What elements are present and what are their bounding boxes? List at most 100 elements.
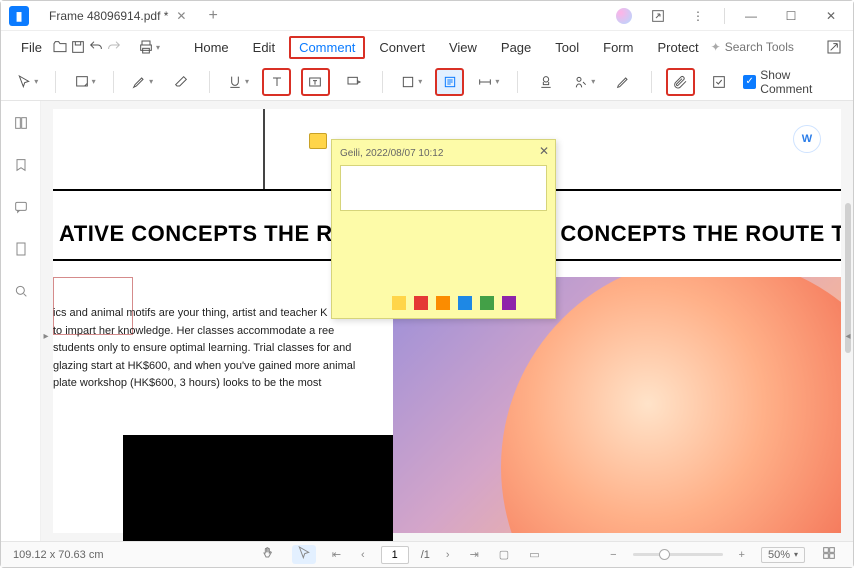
tab-tool[interactable]: Tool (545, 36, 589, 59)
tab-page[interactable]: Page (491, 36, 541, 59)
collapse-right-icon[interactable]: ◂ (843, 321, 853, 351)
document-tab[interactable]: Frame 48096914.pdf * ✕ (37, 5, 198, 27)
highlight-tool-icon[interactable] (128, 68, 156, 96)
save-icon[interactable] (70, 34, 86, 60)
callout-tool-icon[interactable] (340, 68, 368, 96)
file-menu[interactable]: File (13, 36, 50, 59)
show-comment-toggle[interactable]: ✓ Show Comment (743, 68, 841, 96)
color-red[interactable] (414, 296, 428, 310)
black-rectangle (123, 435, 393, 541)
distance-tool-icon[interactable] (474, 68, 502, 96)
first-page-icon[interactable]: ⇤ (328, 548, 345, 561)
share-icon[interactable] (821, 34, 847, 60)
select-tool-icon[interactable] (13, 68, 41, 96)
open-external-icon[interactable] (644, 2, 672, 30)
tab-home[interactable]: Home (184, 36, 239, 59)
comments-panel-icon[interactable] (9, 195, 33, 219)
page-number-input[interactable] (381, 546, 409, 564)
note-tool-icon[interactable] (70, 68, 98, 96)
read-mode-icon[interactable] (817, 545, 841, 564)
fit-width-icon[interactable]: ▭ (525, 548, 543, 561)
zoom-slider[interactable] (633, 553, 723, 556)
zoom-in-icon[interactable]: + (735, 549, 749, 561)
ai-orb-icon[interactable] (616, 8, 632, 24)
comment-marker-icon[interactable] (309, 133, 327, 149)
menu-tabs: Home Edit Comment Convert View Page Tool… (184, 36, 709, 59)
underline-tool-icon[interactable] (224, 68, 252, 96)
color-yellow[interactable] (392, 296, 406, 310)
new-tab-button[interactable]: + (202, 7, 223, 25)
textbox-tool-icon[interactable] (301, 68, 330, 96)
attachment-tool-icon[interactable] (666, 68, 695, 96)
thumbnails-icon[interactable] (9, 111, 33, 135)
page-total: /1 (421, 549, 430, 561)
comment-popup[interactable]: ✕ Geili, 2022/08/07 10:12 (331, 139, 556, 319)
shape-tool-icon[interactable] (397, 68, 425, 96)
statusbar: 109.12 x 70.63 cm ⇤ ‹ /1 › ⇥ ▢ ▭ − + 50%… (1, 541, 853, 567)
undo-icon[interactable] (88, 34, 104, 60)
last-page-icon[interactable]: ⇥ (466, 548, 483, 561)
pencil-tool-icon[interactable] (608, 68, 636, 96)
hand-tool-icon[interactable] (256, 545, 280, 564)
next-page-icon[interactable]: › (442, 549, 454, 561)
popup-timestamp: 2022/08/07 10:12 (366, 148, 444, 159)
tab-view[interactable]: View (439, 36, 487, 59)
comment-toolbar: ✓ Show Comment (1, 63, 853, 101)
color-orange[interactable] (436, 296, 450, 310)
close-window-button[interactable]: ✕ (817, 2, 845, 30)
checkbox-tool-icon[interactable] (705, 68, 733, 96)
menubar: File Home Edit Comment Convert View Page… (1, 31, 853, 63)
dimensions-readout: 109.12 x 70.63 cm (13, 549, 104, 561)
sparkle-icon: ✦ (711, 40, 721, 54)
color-blue[interactable] (458, 296, 472, 310)
search-tools[interactable]: ✦ (711, 40, 811, 54)
text-tool-icon[interactable] (262, 68, 291, 96)
print-icon[interactable] (138, 34, 160, 60)
maximize-button[interactable]: ☐ (777, 2, 805, 30)
zoom-value: 50% (768, 549, 790, 561)
search-input[interactable] (725, 40, 805, 54)
show-comment-label: Show Comment (760, 68, 841, 96)
body-text: ics and animal motifs are your thing, ar… (53, 305, 373, 393)
zoom-dropdown[interactable]: 50%▾ (761, 547, 805, 563)
color-swatches (392, 296, 516, 310)
popup-textarea[interactable] (340, 165, 547, 211)
tab-comment[interactable]: Comment (289, 36, 365, 59)
tab-title: Frame 48096914.pdf * (49, 9, 168, 23)
main-area: W ATIVE CONCEPTS THE ROUTE TO CREATIVE C… (1, 101, 853, 541)
checkbox-checked-icon: ✓ (743, 75, 756, 89)
document-canvas[interactable]: W ATIVE CONCEPTS THE ROUTE TO CREATIVE C… (41, 101, 853, 541)
popup-close-icon[interactable]: ✕ (539, 144, 549, 158)
search-panel-icon[interactable] (9, 279, 33, 303)
collapse-left-icon[interactable]: ▸ (41, 321, 51, 351)
select-mode-icon[interactable] (292, 545, 316, 564)
sticky-note-tool-icon[interactable] (435, 68, 464, 96)
word-export-badge[interactable]: W (793, 125, 821, 153)
tab-convert[interactable]: Convert (369, 36, 435, 59)
fit-page-icon[interactable]: ▢ (495, 548, 513, 561)
eraser-tool-icon[interactable] (166, 68, 194, 96)
tab-form[interactable]: Form (593, 36, 643, 59)
popup-author: Geili, (340, 148, 363, 159)
bookmarks-icon[interactable] (9, 153, 33, 177)
signature-tool-icon[interactable] (570, 68, 598, 96)
left-sidebar (1, 101, 41, 541)
tab-protect[interactable]: Protect (647, 36, 708, 59)
titlebar: ▮ Frame 48096914.pdf * ✕ + ⋮ — ☐ ✕ (1, 1, 853, 31)
popup-meta: Geili, 2022/08/07 10:12 (340, 148, 547, 159)
color-purple[interactable] (502, 296, 516, 310)
redo-icon[interactable] (106, 34, 122, 60)
close-tab-icon[interactable]: ✕ (176, 9, 186, 23)
stamp-tool-icon[interactable] (532, 68, 560, 96)
zoom-thumb[interactable] (659, 549, 670, 560)
attachments-panel-icon[interactable] (9, 237, 33, 261)
prev-page-icon[interactable]: ‹ (357, 549, 369, 561)
open-icon[interactable] (52, 34, 68, 60)
page: W ATIVE CONCEPTS THE ROUTE TO CREATIVE C… (53, 109, 841, 533)
zoom-out-icon[interactable]: − (606, 549, 620, 561)
app-icon: ▮ (9, 6, 29, 26)
overflow-menu-icon[interactable]: ⋮ (684, 2, 712, 30)
color-green[interactable] (480, 296, 494, 310)
tab-edit[interactable]: Edit (243, 36, 285, 59)
minimize-button[interactable]: — (737, 2, 765, 30)
